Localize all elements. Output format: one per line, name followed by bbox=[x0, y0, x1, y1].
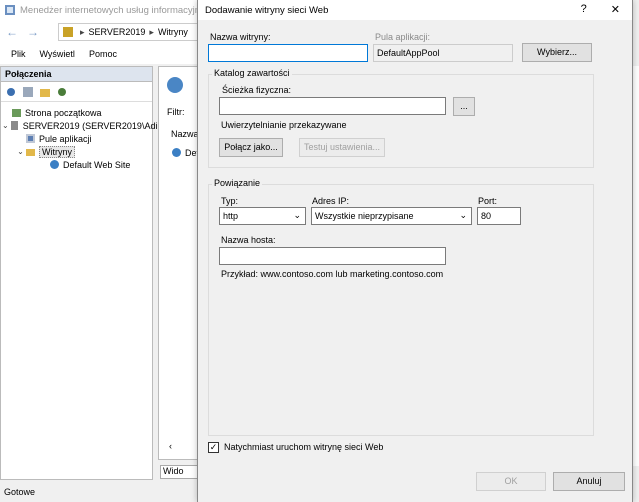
tree-item-label: Default Web Site bbox=[63, 159, 131, 170]
tree-item-label: SERVER2019 (SERVER2019\Adi bbox=[22, 120, 158, 131]
binding-title: Powiązanie bbox=[212, 178, 263, 188]
connections-tree: Strona początkowa ⌄ SERVER2019 (SERVER20… bbox=[1, 102, 157, 171]
tree-item-label: Witryny bbox=[39, 145, 75, 158]
status-text: Gotowe bbox=[4, 487, 36, 497]
chevron-down-icon[interactable]: ⌄ bbox=[16, 147, 25, 156]
iis-titlebar: Menedżer internetowych usług informacyjn… bbox=[0, 0, 200, 20]
tree-item-label: Strona początkowa bbox=[25, 107, 102, 118]
home-crumb-icon bbox=[63, 27, 73, 37]
ip-address-select-value: Wszystkie nieprzypisane bbox=[315, 211, 414, 221]
content-directory-title: Katalog zawartości bbox=[212, 68, 292, 78]
ip-address-label: Adres IP: bbox=[312, 196, 350, 206]
save-icon[interactable] bbox=[22, 86, 34, 98]
physical-path-input[interactable] bbox=[219, 97, 446, 115]
iis-window-title: Menedżer internetowych usług informacyjn… bbox=[20, 4, 200, 16]
site-name-label: Nazwa witryny: bbox=[210, 32, 271, 42]
tree-item-server[interactable]: ⌄ SERVER2019 (SERVER2019\Adi bbox=[1, 119, 157, 132]
menu-file[interactable]: Plik bbox=[11, 49, 26, 59]
breadcrumb-sites[interactable]: Witryny bbox=[158, 27, 188, 37]
app-pool-icon bbox=[25, 133, 36, 144]
menu-help[interactable]: Pomoc bbox=[89, 49, 117, 59]
tree-item-start-page[interactable]: Strona początkowa bbox=[1, 106, 152, 119]
port-input[interactable]: 80 bbox=[477, 207, 521, 225]
type-select-value: http bbox=[223, 211, 239, 221]
type-label: Typ: bbox=[221, 196, 239, 206]
tree-item-label: Pule aplikacji bbox=[39, 133, 92, 144]
select-app-pool-button[interactable]: Wybierz... bbox=[522, 43, 592, 62]
start-site-checkbox[interactable]: ✓ bbox=[208, 442, 219, 453]
app-pool-field: DefaultAppPool bbox=[373, 44, 513, 62]
type-select[interactable]: http ⌄ bbox=[219, 207, 306, 225]
dialog-titlebar: Dodawanie witryny sieci Web ? ✕ bbox=[198, 0, 632, 20]
connect-icon[interactable] bbox=[5, 86, 17, 98]
address-bar: ← → ▸ SERVER2019 ▸ Witryny bbox=[0, 20, 200, 44]
ip-address-select[interactable]: Wszystkie nieprzypisane ⌄ bbox=[311, 207, 472, 225]
globe-icon bbox=[49, 159, 60, 170]
app-pool-label: Pula aplikacji: bbox=[375, 32, 431, 42]
forward-arrow-icon[interactable]: → bbox=[24, 23, 42, 41]
disconnect-icon[interactable] bbox=[56, 86, 68, 98]
connections-header: Połączenia bbox=[1, 67, 152, 82]
back-arrow-icon[interactable]: ← bbox=[3, 23, 21, 41]
site-name-input[interactable] bbox=[208, 44, 368, 62]
tree-item-sites[interactable]: ⌄ Witryny bbox=[1, 145, 152, 158]
port-label: Port: bbox=[478, 196, 498, 206]
browse-button[interactable]: ... bbox=[453, 97, 475, 116]
scroll-left-icon[interactable]: ‹ bbox=[169, 441, 172, 451]
cancel-button[interactable]: Anuluj bbox=[553, 472, 625, 491]
features-view-tab-label: Wido bbox=[163, 466, 184, 476]
tree-item-app-pools[interactable]: Pule aplikacji bbox=[1, 132, 152, 145]
iis-app-icon bbox=[4, 4, 16, 16]
breadcrumb[interactable]: ▸ SERVER2019 ▸ Witryny bbox=[58, 23, 198, 41]
host-name-label: Nazwa hosta: bbox=[221, 235, 276, 245]
physical-path-label: Ścieżka fizyczna: bbox=[222, 85, 292, 95]
connect-as-button[interactable]: Połącz jako... bbox=[219, 138, 283, 157]
chevron-down-icon[interactable]: ⌄ bbox=[2, 121, 9, 130]
features-panel: Filtr: Nazwa Defa ‹ bbox=[158, 66, 204, 460]
pass-through-auth-text: Uwierzytelnianie przekazywane bbox=[221, 120, 347, 130]
globe-icon bbox=[171, 147, 182, 158]
column-header-name[interactable]: Nazwa bbox=[171, 129, 199, 139]
help-button[interactable]: ? bbox=[581, 3, 587, 16]
test-settings-button[interactable]: Testuj ustawienia... bbox=[299, 138, 385, 157]
breadcrumb-server[interactable]: SERVER2019 bbox=[89, 27, 146, 37]
tree-item-default-site[interactable]: Default Web Site bbox=[1, 158, 152, 171]
sites-large-icon bbox=[165, 75, 185, 95]
features-view-tab[interactable]: Wido bbox=[160, 465, 198, 479]
host-name-input[interactable] bbox=[219, 247, 446, 265]
menu-bar: Plik Wyświetl Pomoc bbox=[0, 44, 200, 64]
filter-label: Filtr: bbox=[167, 107, 185, 117]
connections-panel: Połączenia Strona początkowa ⌄ SERVER201… bbox=[0, 66, 157, 480]
dialog-title: Dodawanie witryny sieci Web bbox=[205, 4, 329, 16]
folder-icon bbox=[25, 146, 36, 157]
server-icon bbox=[9, 120, 20, 131]
chevron-down-icon: ⌄ bbox=[293, 210, 301, 220]
actions-panel-edge bbox=[632, 66, 639, 466]
host-example-text: Przykład: www.contoso.com lub marketing.… bbox=[221, 269, 444, 279]
start-site-label[interactable]: Natychmiast uruchom witrynę sieci Web bbox=[224, 442, 383, 452]
close-button[interactable]: ✕ bbox=[611, 3, 620, 16]
ok-button[interactable]: OK bbox=[476, 472, 546, 491]
menu-view[interactable]: Wyświetl bbox=[40, 49, 75, 59]
add-website-dialog: Dodawanie witryny sieci Web ? ✕ Nazwa wi… bbox=[197, 0, 633, 502]
chevron-down-icon: ⌄ bbox=[459, 210, 467, 220]
home-icon bbox=[11, 107, 22, 118]
up-folder-icon[interactable] bbox=[39, 86, 51, 98]
connections-toolbar bbox=[1, 82, 152, 102]
